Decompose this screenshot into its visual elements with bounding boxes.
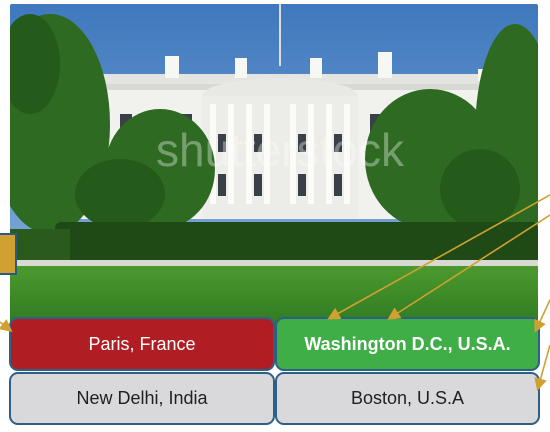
answer-option-boston[interactable]: Boston, U.S.A xyxy=(275,372,540,425)
answer-option-label: Boston, U.S.A xyxy=(350,388,465,408)
answer-option-label: Washington D.C., U.S.A. xyxy=(304,333,511,354)
left-side-tab xyxy=(0,233,17,275)
answer-option-paris[interactable]: Paris, France xyxy=(9,317,275,371)
answer-option-new-delhi[interactable]: New Delhi, India xyxy=(9,372,275,425)
answer-option-washington[interactable]: Washington D.C., U.S.A. xyxy=(275,317,540,371)
answer-option-label: New Delhi, India xyxy=(76,388,208,408)
watermark-text: shutterstock xyxy=(156,124,405,176)
answer-option-label: Paris, France xyxy=(88,333,196,354)
white-house-photo: shutterstock xyxy=(10,4,538,326)
